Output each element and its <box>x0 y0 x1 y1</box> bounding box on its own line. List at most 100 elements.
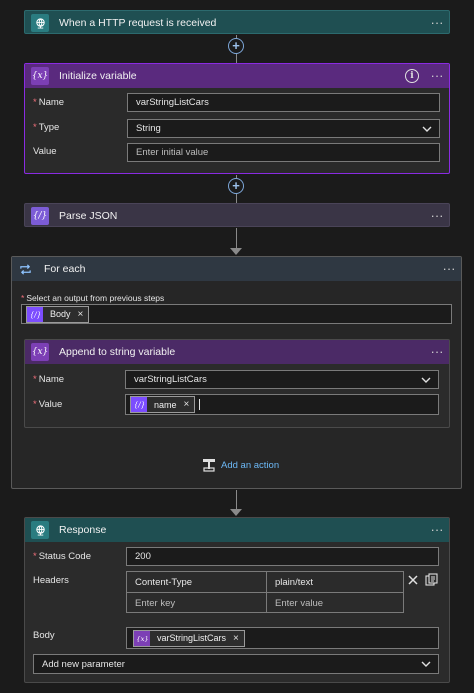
select-output-label: * Select an output from previous steps <box>21 293 164 303</box>
delete-header-icon[interactable] <box>407 574 419 586</box>
response-title: Response <box>59 524 107 536</box>
body-token[interactable]: {/} Body × <box>26 305 90 323</box>
append-string-card[interactable]: {x} Append to string variable ··· * Name … <box>24 339 450 428</box>
globe-icon <box>31 14 49 32</box>
connector-line <box>236 490 237 510</box>
name-label-text: Name <box>38 97 65 108</box>
response-card[interactable]: Response ··· * Status Code 200 Headers Co… <box>24 517 450 683</box>
type-label-text: Type <box>38 122 60 133</box>
http-trigger-title: When a HTTP request is received <box>59 17 217 29</box>
initialize-variable-header[interactable]: {x} Initialize variable i ··· <box>25 64 449 88</box>
variable-type-dropdown[interactable]: String <box>127 119 440 138</box>
variable-icon: {/} <box>131 397 147 412</box>
variable-icon: {/} <box>31 207 49 225</box>
remove-token-icon[interactable]: × <box>78 309 84 320</box>
initial-value-input[interactable]: Enter initial value <box>127 143 440 162</box>
http-trigger-header[interactable]: When a HTTP request is received ··· <box>25 11 449 35</box>
required-marker: * <box>21 293 25 303</box>
switch-text-mode-icon[interactable] <box>425 573 438 586</box>
name-label: * Name <box>33 97 64 108</box>
required-marker: * <box>33 399 37 410</box>
chevron-down-icon <box>421 377 431 383</box>
variable-icon: {x} <box>31 67 49 85</box>
status-code-value: 200 <box>135 551 151 562</box>
body-field[interactable]: {x} varStringListCars × <box>126 627 439 649</box>
globe-icon <box>31 521 49 539</box>
info-icon[interactable]: i <box>405 69 419 83</box>
variable-icon: {/} <box>27 306 43 322</box>
for-each-container[interactable]: For each ··· * Select an output from prev… <box>11 256 462 489</box>
append-value-field[interactable]: {/} name × <box>125 394 439 415</box>
required-marker: * <box>33 122 37 133</box>
new-key-input[interactable]: Enter key <box>127 593 266 613</box>
status-code-label: * Status Code <box>33 551 91 562</box>
response-header[interactable]: Response ··· <box>25 518 449 542</box>
append-string-title: Append to string variable <box>59 346 176 358</box>
header-value-cell[interactable]: plain/text <box>267 572 404 592</box>
body-token-label: Body <box>50 309 71 319</box>
headers-table: Content-Type plain/text Enter key Enter … <box>126 571 404 613</box>
more-options-icon[interactable]: ··· <box>425 209 449 222</box>
name-token[interactable]: {/} name × <box>130 396 196 413</box>
name-label-text: Name <box>38 374 65 385</box>
name-label: * Name <box>33 374 64 385</box>
status-code-label-text: Status Code <box>38 551 91 562</box>
parse-json-title: Parse JSON <box>59 210 118 222</box>
select-output-field[interactable]: {/} Body × <box>21 304 452 324</box>
chevron-down-icon <box>421 661 431 667</box>
svg-text:{/}: {/} <box>31 310 40 319</box>
value-label: Value <box>33 146 57 157</box>
insert-step-plus-icon[interactable]: + <box>228 178 244 194</box>
for-each-title: For each <box>44 263 86 275</box>
variable-name-value: varStringListCars <box>136 97 209 108</box>
headers-label: Headers <box>33 575 69 586</box>
http-trigger-card[interactable]: When a HTTP request is received ··· <box>24 10 450 34</box>
flow-arrow-icon <box>230 509 242 516</box>
more-options-icon[interactable]: ··· <box>425 523 449 536</box>
remove-token-icon[interactable]: × <box>184 399 190 410</box>
add-action-label: Add an action <box>221 459 280 471</box>
add-parameter-dropdown[interactable]: Add new parameter <box>33 654 439 674</box>
remove-token-icon[interactable]: × <box>233 633 239 644</box>
for-each-header[interactable]: For each ··· <box>12 257 461 281</box>
select-output-label-text: Select an output from previous steps <box>26 293 165 303</box>
text-cursor <box>199 399 201 410</box>
body-label: Body <box>33 630 55 641</box>
variable-type-value: String <box>136 123 161 134</box>
status-code-input[interactable]: 200 <box>126 547 439 566</box>
more-options-icon[interactable]: ··· <box>425 345 449 358</box>
required-marker: * <box>33 374 37 385</box>
add-action-icon <box>203 459 215 472</box>
name-token-label: name <box>154 399 177 410</box>
required-marker: * <box>33 97 37 108</box>
flow-arrow-icon <box>230 248 242 255</box>
variable-name-field[interactable]: varStringListCars <box>127 93 440 112</box>
value-label: * Value <box>33 399 62 410</box>
insert-step-plus-icon[interactable]: + <box>228 38 244 54</box>
value-label-text: Value <box>38 399 63 410</box>
loop-icon <box>16 260 34 278</box>
variable-icon: {x} <box>31 343 49 361</box>
parse-json-card[interactable]: {/} Parse JSON ··· <box>24 203 450 227</box>
var-token-label: varStringListCars <box>157 633 227 643</box>
add-parameter-label: Add new parameter <box>42 658 125 670</box>
initialize-variable-title: Initialize variable <box>59 70 137 82</box>
var-token[interactable]: {x} varStringListCars × <box>133 629 245 647</box>
variable-icon: {x} <box>134 630 150 646</box>
header-key-cell[interactable]: Content-Type <box>127 572 266 592</box>
connector-line <box>236 228 237 249</box>
append-string-header[interactable]: {x} Append to string variable ··· <box>25 340 449 364</box>
type-label: * Type <box>33 122 59 133</box>
append-name-dropdown[interactable]: varStringListCars <box>125 370 439 389</box>
more-options-icon[interactable]: ··· <box>425 69 449 82</box>
add-action-button[interactable]: Add an action <box>201 457 279 473</box>
more-options-icon[interactable]: ··· <box>425 16 449 29</box>
more-options-icon[interactable]: ··· <box>437 262 461 275</box>
required-marker: * <box>33 551 37 562</box>
new-value-input[interactable]: Enter value <box>267 593 404 613</box>
initial-value-placeholder: Enter initial value <box>136 147 209 158</box>
svg-text:{x}: {x} <box>137 635 148 643</box>
initialize-variable-card[interactable]: {x} Initialize variable i ··· * Name varS… <box>24 63 450 174</box>
parse-json-header[interactable]: {/} Parse JSON ··· <box>25 204 449 228</box>
chevron-down-icon <box>422 126 432 132</box>
